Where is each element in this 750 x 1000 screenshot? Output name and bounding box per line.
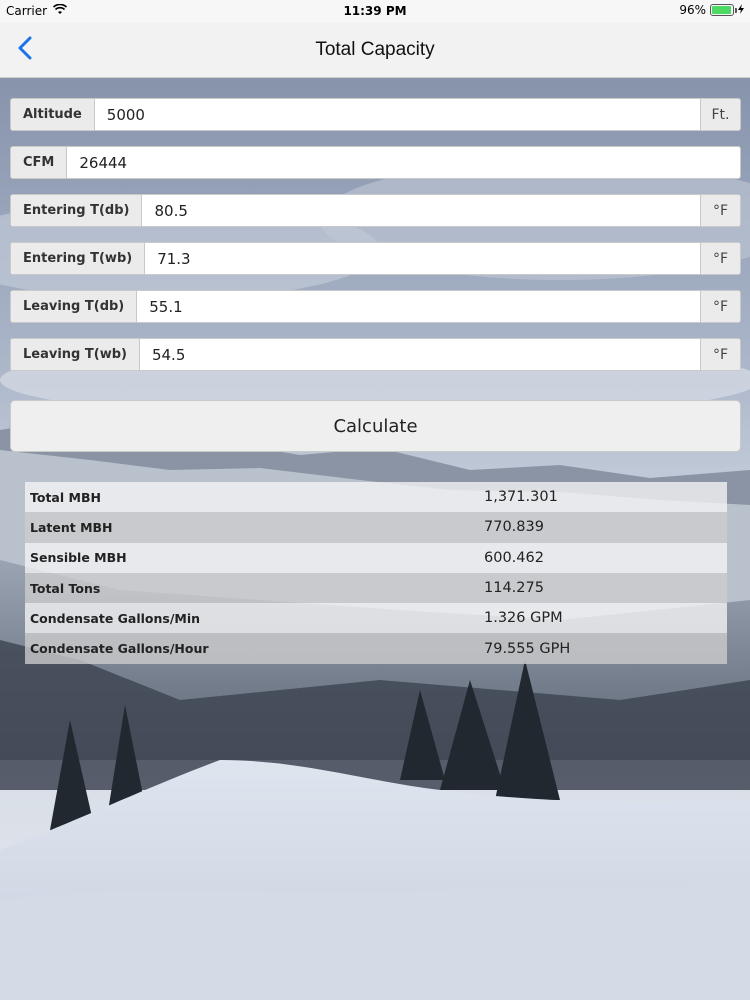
battery-percent: 96% <box>679 3 706 17</box>
result-value: 600.462 <box>484 549 544 566</box>
entering-twb-input[interactable] <box>145 243 700 274</box>
result-row-latent-mbh: Latent MBH 770.839 <box>25 512 727 543</box>
entering-tdb-unit: °F <box>700 195 740 226</box>
leaving-tdb-row: Leaving T(db) °F <box>10 290 741 323</box>
altitude-unit: Ft. <box>700 99 740 130</box>
calculate-button[interactable]: Calculate <box>10 400 741 452</box>
result-label: Total MBH <box>30 489 101 505</box>
result-label: Condensate Gallons/Min <box>30 610 201 626</box>
result-row-total-mbh: Total MBH 1,371.301 <box>25 482 727 513</box>
result-label: Condensate Gallons/Hour <box>30 641 209 657</box>
charging-bolt-icon <box>738 3 744 17</box>
cfm-input[interactable] <box>67 147 740 178</box>
entering-tdb-input[interactable] <box>142 195 700 226</box>
entering-tdb-label: Entering T(db) <box>11 195 143 226</box>
cfm-label: CFM <box>11 147 68 178</box>
result-row-sensible-mbh: Sensible MBH 600.462 <box>25 542 727 573</box>
cfm-row: CFM <box>10 146 741 179</box>
result-value: 79.555 GPH <box>484 640 571 657</box>
page-title: Total Capacity <box>315 39 435 60</box>
entering-tdb-row: Entering T(db) °F <box>10 194 741 227</box>
results-table: Total MBH 1,371.301 Latent MBH 770.839 S… <box>25 482 727 664</box>
result-row-condensate-gpm: Condensate Gallons/Min 1.326 GPM <box>25 603 727 634</box>
result-label: Sensible MBH <box>30 550 127 566</box>
entering-twb-label: Entering T(wb) <box>11 243 146 274</box>
status-bar: Carrier 11:39 PM 96% <box>0 0 750 22</box>
leaving-twb-row: Leaving T(wb) °F <box>10 338 741 371</box>
result-value: 1,371.301 <box>484 489 558 506</box>
result-row-total-tons: Total Tons 114.275 <box>25 572 727 604</box>
result-label: Latent MBH <box>30 519 113 535</box>
altitude-row: Altitude Ft. <box>10 98 741 131</box>
leaving-tdb-input[interactable] <box>137 291 700 322</box>
result-value: 114.275 <box>484 580 544 597</box>
battery-fill <box>712 6 732 14</box>
altitude-input[interactable] <box>94 99 700 130</box>
status-time: 11:39 PM <box>343 4 407 18</box>
result-row-condensate-gph: Condensate Gallons/Hour 79.555 GPH <box>25 633 727 664</box>
result-value: 770.839 <box>484 519 544 536</box>
entering-twb-row: Entering T(wb) °F <box>10 242 741 275</box>
altitude-label: Altitude <box>11 99 95 130</box>
result-label: Total Tons <box>30 580 101 596</box>
battery-icon <box>710 4 737 16</box>
status-right: 96% <box>679 3 744 17</box>
leaving-twb-unit: °F <box>700 339 740 370</box>
result-value: 1.326 GPM <box>484 610 563 627</box>
leaving-tdb-unit: °F <box>700 291 740 322</box>
leaving-tdb-label: Leaving T(db) <box>11 291 138 322</box>
navigation-bar: Total Capacity <box>0 22 750 78</box>
leaving-twb-input[interactable] <box>139 339 700 370</box>
entering-twb-unit: °F <box>700 243 740 274</box>
leaving-twb-label: Leaving T(wb) <box>11 339 140 370</box>
